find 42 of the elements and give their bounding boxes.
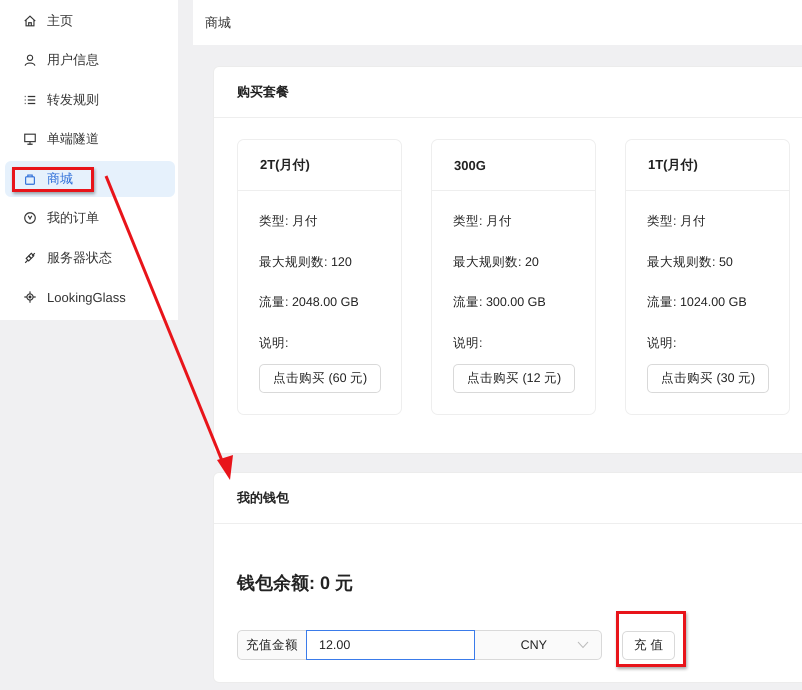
bag-icon xyxy=(23,172,37,186)
sidebar-item[interactable]: 服务器状态 xyxy=(5,240,175,276)
plan-detail: 说明: xyxy=(259,334,288,352)
monitor-icon xyxy=(23,132,37,146)
plan-detail: 类型: 月付 xyxy=(647,213,706,230)
wallet-balance: 钱包余额: 0 元 xyxy=(237,572,354,595)
plan-detail: 流量: 300.00 GB xyxy=(453,294,546,311)
plan-detail: 最大规则数: 120 xyxy=(259,254,352,270)
plan-title: 2T(月付) xyxy=(260,156,310,174)
panel-title: 我的钱包 xyxy=(237,489,289,507)
currency-select[interactable]: CNY xyxy=(475,630,602,660)
plan-detail: 说明: xyxy=(453,334,482,352)
link-icon xyxy=(23,250,37,265)
plan-detail: 最大规则数: 50 xyxy=(647,254,733,270)
plan-detail: 流量: 1024.00 GB xyxy=(647,294,747,311)
plan-detail: 最大规则数: 20 xyxy=(453,254,539,270)
plan-detail: 类型: 月付 xyxy=(259,213,318,230)
page-title: 商城 xyxy=(205,14,231,32)
sidebar-item[interactable]: 我的订单 xyxy=(5,200,175,236)
sidebar-item[interactable]: 转发规则 xyxy=(5,82,175,118)
sidebar-item[interactable]: LookingGlass xyxy=(5,280,175,315)
amount-label: 充值金额 xyxy=(237,630,306,660)
topup-button[interactable]: 充 值 xyxy=(622,630,676,660)
sidebar-item[interactable]: 主页 xyxy=(5,3,175,38)
clock-icon xyxy=(23,211,37,226)
sidebar-item[interactable]: 单端隧道 xyxy=(5,122,175,157)
chevron-down-icon xyxy=(577,641,589,649)
buy-button[interactable]: 点击购买 (30 元) xyxy=(647,364,770,393)
plan-detail: 流量: 2048.00 GB xyxy=(259,294,359,311)
target-icon xyxy=(23,290,37,304)
amount-field[interactable]: 12.00 xyxy=(306,630,475,660)
buy-button[interactable]: 点击购买 (60 元) xyxy=(259,364,382,393)
sidebar-item[interactable]: 用户信息 xyxy=(5,42,175,78)
user-icon xyxy=(23,53,37,68)
plan-detail: 类型: 月付 xyxy=(453,213,512,230)
buy-button[interactable]: 点击购买 (12 元) xyxy=(453,364,576,393)
home-icon xyxy=(23,14,37,28)
plan-title: 1T(月付) xyxy=(648,156,698,174)
plan-detail: 说明: xyxy=(647,334,676,352)
highlight-box xyxy=(616,611,686,667)
panel-title: 购买套餐 xyxy=(237,83,289,101)
plan-title: 300G xyxy=(454,158,486,172)
